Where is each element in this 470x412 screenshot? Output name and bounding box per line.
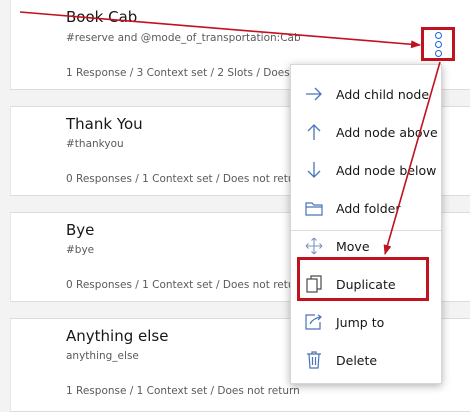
node-meta: 0 Responses / 1 Context set / Does not r… [66,279,295,291]
duplicate-highlight-annotation [297,257,429,301]
node-condition: anything_else [66,350,139,362]
menu-item-label: Add child node [336,86,430,102]
node-title: Book Cab [66,8,138,26]
menu-item-label: Add node below [336,162,437,178]
node-title: Thank You [66,115,143,133]
arrow-right-icon [304,84,324,104]
trash-icon [304,350,324,370]
menu-item-jump-to[interactable]: Jump to [291,303,441,341]
menu-item-add-folder[interactable]: Add folder [291,189,441,227]
kebab-dot-icon [434,31,442,39]
node-condition: #reserve and @mode_of_transportation:Cab [66,32,301,44]
menu-item-label: Move [336,238,370,254]
menu-item-label: Jump to [336,314,385,330]
node-meta: 0 Responses / 1 Context set / Does not r… [66,173,295,185]
menu-item-label: Delete [336,352,378,368]
kebab-dot-icon [434,40,442,48]
node-context-menu: Add child node Add node above Add node b… [290,64,442,384]
menu-item-add-node-below[interactable]: Add node below [291,151,441,189]
node-title: Bye [66,221,95,239]
node-meta: 1 Response / 1 Context set / Does not re… [66,385,300,397]
move-icon [304,236,324,256]
node-meta: 1 Response / 3 Context set / 2 Slots / D… [66,67,290,79]
arrow-down-icon [304,160,324,180]
node-title: Anything else [66,327,169,345]
menu-item-label: Add folder [336,200,401,216]
folder-icon [304,198,324,218]
arrow-up-icon [304,122,324,142]
node-overflow-menu-button[interactable] [421,27,455,61]
node-condition: #bye [66,244,95,256]
kebab-dot-icon [434,49,442,57]
jump-to-icon [304,312,324,332]
node-condition: #thankyou [66,138,124,150]
menu-item-delete[interactable]: Delete [291,341,441,379]
menu-item-add-child-node[interactable]: Add child node [291,75,441,113]
menu-item-label: Add node above [336,124,438,140]
menu-item-add-node-above[interactable]: Add node above [291,113,441,151]
